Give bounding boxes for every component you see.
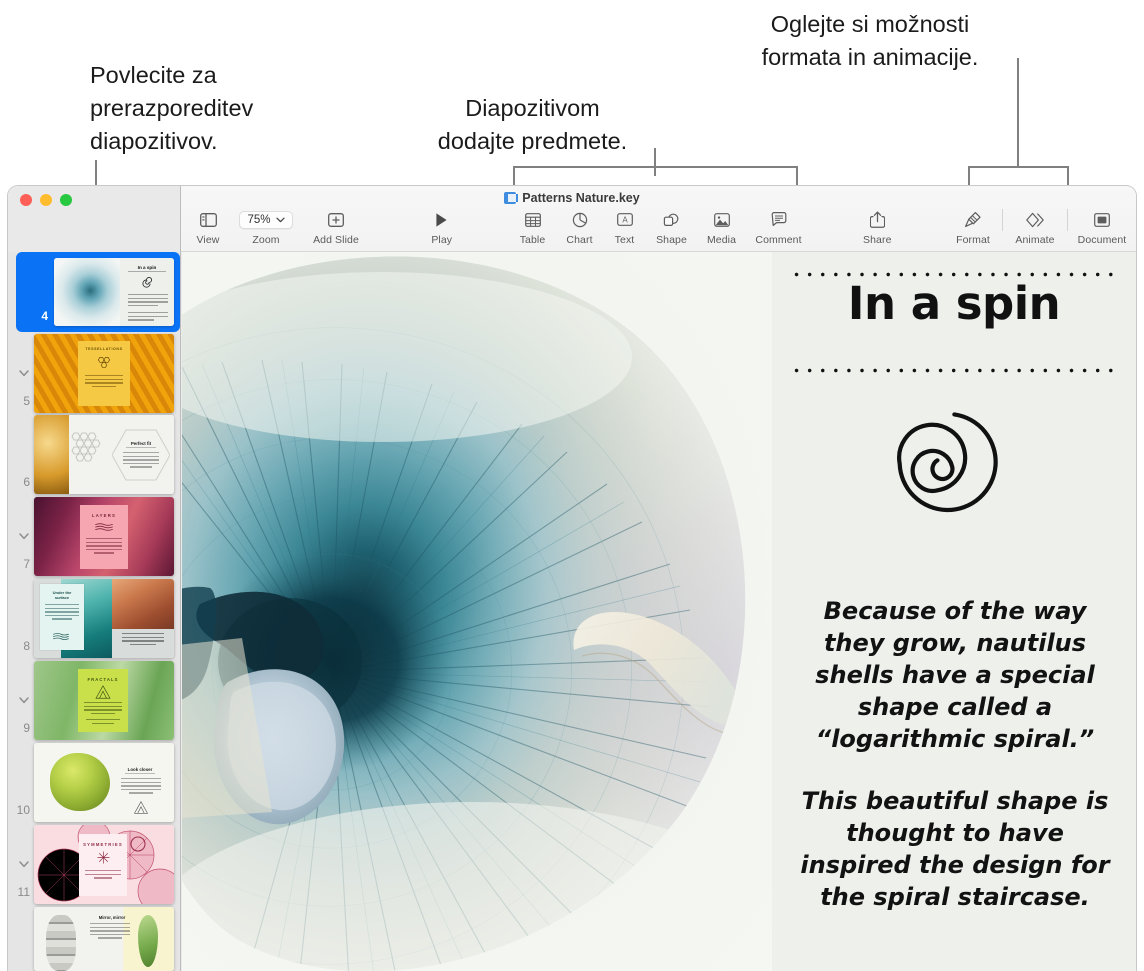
callout-bracket-right-right <box>1067 166 1069 186</box>
shape-icon <box>663 209 680 230</box>
toolbar-label-text: Text <box>615 234 635 246</box>
zoom-level-select[interactable]: 75% <box>239 211 292 229</box>
chevron-down-icon[interactable] <box>17 693 31 707</box>
callout-leader-mid-stem <box>654 148 656 176</box>
slide-navigator[interactable]: In a spin 4 <box>8 252 181 971</box>
pie-chart-icon <box>572 209 588 230</box>
slide-text-column: In a spin Because of the way they grow, … <box>772 252 1136 971</box>
toolbar-label-add-slide: Add Slide <box>313 234 359 246</box>
toolbar-button-zoom[interactable]: 75% Zoom <box>235 206 297 246</box>
toolbar-label-table: Table <box>520 234 546 246</box>
toolbar-button-media[interactable]: Media <box>697 206 747 246</box>
toolbar-button-play[interactable]: Play <box>415 206 469 246</box>
chevron-down-icon[interactable] <box>17 366 31 380</box>
chevron-down-icon <box>276 217 285 223</box>
comment-icon <box>771 209 787 230</box>
toolbar-label-shape: Shape <box>656 234 687 246</box>
toolbar-button-document[interactable]: Document <box>1068 206 1136 246</box>
toolbar-button-view[interactable]: View <box>181 206 235 246</box>
slide-number: 11 <box>8 885 30 899</box>
svg-text:A: A <box>622 216 628 225</box>
callout-label-format-animate: Oglejte si možnosti formata in animacije… <box>720 8 1020 74</box>
slide-number: 10 <box>8 803 30 817</box>
toolbar-button-format[interactable]: Format <box>944 206 1002 246</box>
sidebar-icon <box>200 209 217 230</box>
callout-leader-right-stem <box>1017 58 1019 168</box>
keynote-window: Patterns Nature.key View 75% <box>8 186 1136 971</box>
slide-number: 4 <box>26 309 48 323</box>
toolbar-button-animate[interactable]: Animate <box>1003 206 1067 246</box>
callout-label-add-objects: Diapozitivom dodajte predmete. <box>400 92 665 158</box>
toolbar-label-view: View <box>197 234 220 246</box>
slide-paragraph-1: Because of the way they grow, nautilus s… <box>790 595 1120 755</box>
chevron-down-icon[interactable] <box>17 857 31 871</box>
toolbar-button-shape[interactable]: Shape <box>647 206 697 246</box>
slide-canvas[interactable]: In a spin Because of the way they grow, … <box>182 252 1136 971</box>
callout-bracket-right-left <box>968 166 970 186</box>
nautilus-shell-photo <box>182 252 772 971</box>
slide-number: 9 <box>8 721 30 735</box>
document-icon <box>1094 209 1110 230</box>
slide-number: 5 <box>8 394 30 408</box>
table-icon <box>525 209 541 230</box>
play-icon <box>434 209 449 230</box>
toolbar-button-text[interactable]: A Text <box>603 206 647 246</box>
toolbar-button-chart[interactable]: Chart <box>557 206 603 246</box>
toolbar-label-media: Media <box>707 234 736 246</box>
slide-thumbnail-selected[interactable]: In a spin 4 <box>16 252 180 332</box>
toolbar-label-animate: Animate <box>1015 234 1054 246</box>
photo-icon <box>714 209 730 230</box>
chevron-down-icon[interactable] <box>17 529 31 543</box>
toolbar-label-play: Play <box>431 234 452 246</box>
callout-bracket-mid-right <box>796 166 798 186</box>
slide-paragraph-2: This beautiful shape is thought to have … <box>790 785 1120 913</box>
callout-bracket-mid-left <box>513 166 515 186</box>
slide-title: In a spin <box>772 277 1136 330</box>
toolbar-button-add-slide[interactable]: Add Slide <box>297 206 375 246</box>
animate-diamond-icon <box>1025 209 1045 230</box>
slide-thumbnail[interactable]: LAYERS <box>34 497 174 576</box>
callout-bracket-mid-top <box>513 166 798 168</box>
slide-number: 8 <box>8 639 30 653</box>
zoom-value: 75% <box>247 214 270 226</box>
slide-thumbnail[interactable]: Under the surface <box>34 579 174 658</box>
slide-thumbnail[interactable]: TESSELLATIONS <box>34 334 174 413</box>
toolbar-label-comment: Comment <box>755 234 801 246</box>
toolbar-label-format: Format <box>956 234 990 246</box>
slide-thumbnail[interactable]: Look closer <box>34 743 174 822</box>
toolbar-button-comment[interactable]: Comment <box>747 206 811 246</box>
keynote-file-icon <box>504 192 516 204</box>
dotted-rule-bottom <box>790 368 1120 373</box>
slide-thumbnail[interactable]: SYMMETRIES <box>34 825 174 904</box>
document-title-bar: Patterns Nature.key <box>8 191 1136 205</box>
spiral-logo-icon <box>879 410 1029 560</box>
toolbar-label-share: Share <box>863 234 892 246</box>
toolbar-label-chart: Chart <box>566 234 592 246</box>
callout-label-reorder: Povlecite za prerazporeditev diapozitivo… <box>90 59 320 158</box>
plus-box-icon <box>328 209 344 230</box>
toolbar-button-table[interactable]: Table <box>509 206 557 246</box>
share-icon <box>870 209 885 230</box>
slide-thumbnail[interactable]: Perfect fit <box>34 415 174 494</box>
toolbar-label-document: Document <box>1078 234 1127 246</box>
toolbar-label-zoom: Zoom <box>252 234 279 246</box>
toolbar-button-share[interactable]: Share <box>850 206 904 246</box>
slide-number: 7 <box>8 557 30 571</box>
slide-thumbnail-image: In a spin <box>54 258 174 326</box>
slide-number: 6 <box>8 475 30 489</box>
paintbrush-icon <box>964 209 982 230</box>
window-titlebar: Patterns Nature.key View 75% <box>8 186 1136 252</box>
slide-thumbnail[interactable]: Mirror, mirror <box>34 907 174 971</box>
slide-thumbnail[interactable]: FRACTALS <box>34 661 174 740</box>
toolbar: View 75% Zoom Add Slide <box>181 206 1136 252</box>
callout-bracket-right-top <box>968 166 1069 168</box>
document-title-text: Patterns Nature.key <box>522 191 639 205</box>
text-box-icon: A <box>617 209 633 230</box>
